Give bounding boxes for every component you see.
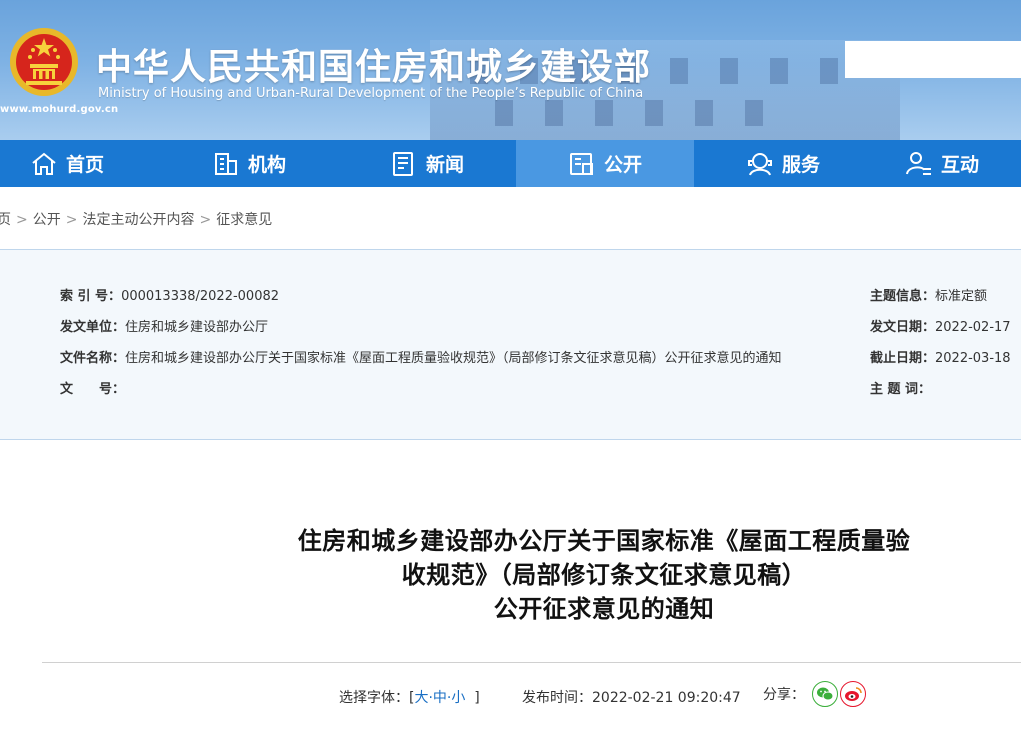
info-issuer: 发文单位：住房和城乡建设部办公厅 xyxy=(60,316,268,335)
info-deadline: 截止日期：2022-03-18 xyxy=(870,347,1011,366)
site-title[interactable]: 中华人民共和国住房和城乡建设部 xyxy=(96,38,651,90)
font-medium-button[interactable]: 中 xyxy=(433,690,447,706)
font-size-selector: 选择字体：[大·中·小 ] xyxy=(339,687,480,707)
title-divider xyxy=(42,662,1021,663)
building-icon xyxy=(214,152,237,175)
info-docname: 文件名称：住房和城乡建设部办公厅关于国家标准《屋面工程质量验收规范》（局部修订条… xyxy=(60,347,782,366)
info-label: 主 题 词： xyxy=(870,382,932,397)
info-label: 发文单位： xyxy=(60,320,126,335)
home-icon xyxy=(32,152,56,175)
nav-item-label: 新闻 xyxy=(425,154,464,176)
info-value: 住房和城乡建设部办公厅 xyxy=(125,320,269,335)
wechat-icon[interactable] xyxy=(812,681,838,707)
info-label: 发文日期： xyxy=(870,320,936,335)
publish-time-value: 2022-02-21 09:20:47 xyxy=(592,690,741,706)
nav-item-label: 互动 xyxy=(940,154,979,176)
breadcrumb-separator: > xyxy=(199,212,212,228)
nav-item-label: 服务 xyxy=(781,154,820,176)
breadcrumb-statutory[interactable]: 法定主动公开内容 xyxy=(82,212,194,228)
info-value: 标准定额 xyxy=(935,289,988,304)
info-value: 2022-02-17 xyxy=(935,320,1011,335)
breadcrumb: 页 > 公开 > 法定主动公开内容 > 征求意见 xyxy=(0,209,272,229)
document-info-panel: 索 引 号：000013338/2022-00082 发文单位：住房和城乡建设部… xyxy=(0,249,1021,440)
info-label: 索 引 号： xyxy=(60,289,122,304)
nav-item-label: 首页 xyxy=(66,154,105,176)
national-emblem-icon[interactable] xyxy=(8,26,80,98)
nav-item-interaction[interactable]: 互动 xyxy=(872,140,999,187)
breadcrumb-home[interactable]: 页 xyxy=(0,212,11,228)
article-title-line: 住房和城乡建设部办公厅关于国家标准《屋面工程质量验 xyxy=(297,527,911,555)
nav-item-organization[interactable]: 机构 xyxy=(160,140,338,187)
info-label: 截止日期： xyxy=(870,351,936,366)
info-value: 000013338/2022-00082 xyxy=(121,289,280,304)
font-size-label: 选择字体：[ xyxy=(339,690,415,706)
info-docno: 文 号： xyxy=(60,378,125,397)
weibo-icon[interactable] xyxy=(840,681,866,707)
font-small-button[interactable]: 小 xyxy=(451,690,465,706)
main-nav: 首页 机构 新闻 公开 服务 互动 xyxy=(0,140,1021,187)
site-url: www.mohurd.gov.cn xyxy=(0,104,119,115)
nav-item-service[interactable]: 服务 xyxy=(694,140,872,187)
publish-time-label: 发布时间： xyxy=(522,690,592,706)
interaction-icon xyxy=(905,151,931,175)
breadcrumb-separator: > xyxy=(16,212,28,228)
news-icon xyxy=(392,151,413,176)
nav-item-label: 机构 xyxy=(247,154,286,176)
info-value: 住房和城乡建设部办公厅关于国家标准《屋面工程质量验收规范》（局部修订条文征求意见… xyxy=(125,351,782,366)
article-title-line: 收规范》（局部修订条文征求意见稿） xyxy=(401,561,807,589)
breadcrumb-consultation[interactable]: 征求意见 xyxy=(216,212,272,228)
info-value: 2022-03-18 xyxy=(935,351,1011,366)
info-label: 主题信息： xyxy=(870,289,936,304)
site-header: www.mohurd.gov.cn 中华人民共和国住房和城乡建设部 Minist… xyxy=(0,0,1021,140)
service-icon xyxy=(747,152,772,175)
info-keywords: 主 题 词： xyxy=(870,378,931,397)
nav-item-label: 公开 xyxy=(603,154,642,176)
info-label: 文 号： xyxy=(60,382,126,397)
disclosure-icon xyxy=(569,152,593,175)
breadcrumb-separator: > xyxy=(65,212,78,228)
info-topic: 主题信息：标准定额 xyxy=(870,285,987,304)
info-index: 索 引 号：000013338/2022-00082 xyxy=(60,285,279,304)
publish-time: 发布时间：2022-02-21 09:20:47 xyxy=(522,687,741,707)
article-title-line: 公开征求意见的通知 xyxy=(493,595,715,623)
font-size-close: ] xyxy=(474,690,480,706)
article-title: 住房和城乡建设部办公厅关于国家标准《屋面工程质量验 收规范》（局部修订条文征求意… xyxy=(244,524,964,626)
share-label: 分享： xyxy=(763,687,805,703)
nav-item-home[interactable]: 首页 xyxy=(0,140,160,187)
nav-item-news[interactable]: 新闻 xyxy=(338,140,516,187)
info-label: 文件名称： xyxy=(60,351,126,366)
info-issue-date: 发文日期：2022-02-17 xyxy=(870,316,1011,335)
site-subtitle: Ministry of Housing and Urban-Rural Deve… xyxy=(98,86,644,101)
breadcrumb-disclosure[interactable]: 公开 xyxy=(33,212,61,228)
search-input[interactable] xyxy=(845,41,1021,78)
nav-item-disclosure[interactable]: 公开 xyxy=(516,140,694,187)
font-large-button[interactable]: 大 xyxy=(414,690,428,706)
